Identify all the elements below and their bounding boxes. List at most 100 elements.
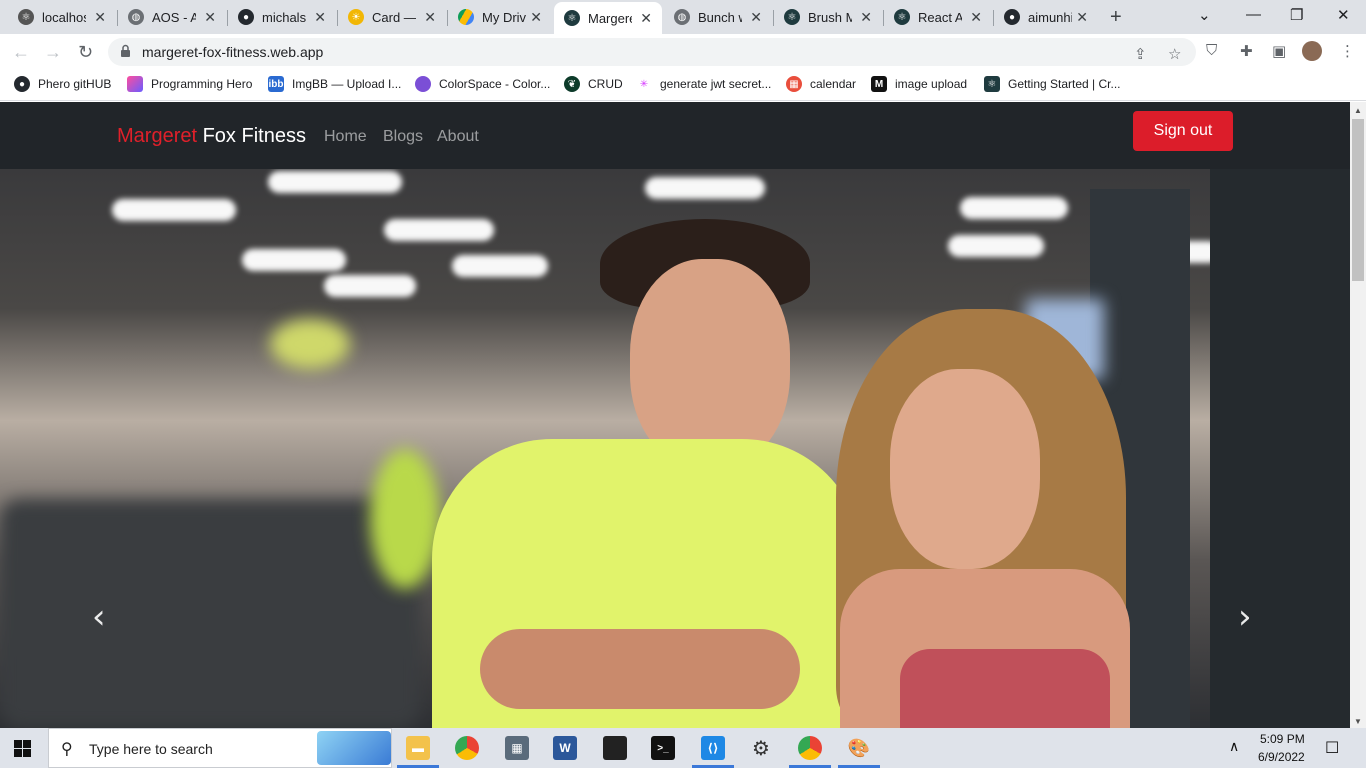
close-window-icon[interactable]: ✕ [1337,6,1350,24]
calendar-icon: ▦ [786,76,802,92]
scroll-up-icon[interactable]: ▲ [1354,106,1362,115]
site-brand[interactable]: Margeret Fox Fitness [117,125,306,148]
bookmark-phero-github[interactable]: ● Phero gitHUB [14,76,111,92]
tab-localhost[interactable]: ⚛ localhos ✕ [8,4,116,30]
windows-start-icon[interactable] [14,740,31,757]
clock-time[interactable]: 5:09 PM [1260,732,1305,746]
back-arrow-icon[interactable]: ← [12,42,30,63]
close-icon[interactable]: ✕ [970,9,982,26]
ceiling-light [324,275,416,297]
bookmark-calendar[interactable]: ▦ calendar [786,76,856,92]
extensions-puzzle-icon[interactable]: ✚ [1240,42,1253,60]
scroll-down-icon[interactable]: ▼ [1354,717,1362,726]
notification-icon[interactable]: ☐ [1325,738,1339,758]
share-icon[interactable]: ⇪ [1134,45,1147,63]
image-upload-icon: M [871,76,887,92]
calculator-icon[interactable]: ▦ [505,736,529,760]
sign-out-button[interactable]: Sign out [1133,111,1233,151]
tab-label: Bunch w [698,9,742,25]
bookmark-crud[interactable]: ❦ CRUD [564,76,623,92]
word-icon[interactable]: W [553,736,577,760]
chrome-icon[interactable] [798,736,822,760]
taskbar-search-box[interactable]: ⚲ Type here to search [48,728,392,768]
shield-extension-icon[interactable]: ⛉ [1206,42,1217,59]
woman-top [900,649,1110,728]
nav-about-link[interactable]: About [437,128,479,146]
tab-react-app[interactable]: ⚛ React Ap ✕ [884,4,992,30]
reload-icon[interactable]: ↻ [78,42,93,63]
browser-tab-strip: ⚛ localhos ✕ ◍ AOS - Ar ✕ ● michalsn ✕ ☀… [0,0,1366,34]
vscode-icon[interactable]: ⟨⟩ [701,736,725,760]
menu-kebab-icon[interactable]: ⋮ [1340,42,1355,60]
bookmark-imgbb[interactable]: ibb ImgBB — Upload I... [268,76,401,92]
tab-label: React Ap [918,9,962,25]
bookmark-star-icon[interactable]: ☆ [1168,45,1181,63]
bookmark-programming-hero[interactable]: Programming Hero [127,76,252,92]
background-person [370,449,440,589]
programming-hero-icon [127,76,143,92]
nav-blogs-link[interactable]: Blogs [383,128,423,146]
tab-search-chevron-icon[interactable]: ⌄ [1198,6,1211,24]
tray-chevron-up-icon[interactable]: ∧ [1229,738,1239,755]
side-panel-icon[interactable]: ▣ [1272,42,1286,60]
restore-icon[interactable]: ❐ [1290,6,1303,24]
tab-aos[interactable]: ◍ AOS - Ar ✕ [118,4,226,30]
minimize-icon[interactable]: — [1246,6,1261,23]
search-icon: ⚲ [61,741,73,758]
settings-icon[interactable]: ⚙ [749,736,773,760]
lock-icon [121,44,130,57]
bookmark-label: ImgBB — Upload I... [292,77,402,91]
file-explorer-icon[interactable]: ▬ [406,736,430,760]
carousel-next-chevron-icon[interactable]: › [1238,597,1252,637]
close-icon[interactable]: ✕ [750,9,762,26]
close-icon[interactable]: ✕ [424,9,436,26]
nav-home-link[interactable]: Home [324,128,367,146]
gym-equipment [0,499,420,728]
bookmark-jwt[interactable]: ✳ generate jwt secret... [636,76,771,92]
close-icon[interactable]: ✕ [94,9,106,26]
bookmark-label: ColorSpace - Color... [439,77,551,91]
bookmark-getting-started[interactable]: ⚛ Getting Started | Cr... [984,76,1121,92]
page-scrollbar[interactable]: ▲ ▼ [1350,102,1366,728]
google-drive-icon [458,9,474,25]
close-icon[interactable]: ✕ [640,10,652,27]
bookmark-image-upload[interactable]: M image upload [871,76,967,92]
react-icon: ⚛ [564,10,580,26]
new-tab-plus-icon[interactable]: + [1110,6,1122,29]
close-icon[interactable]: ✕ [530,9,542,26]
carousel-prev-chevron-icon[interactable]: ‹ [92,597,106,637]
ceiling-light [384,219,494,241]
globe-icon: ◍ [674,9,690,25]
paint-icon[interactable]: 🎨 [847,736,871,760]
tab-aimunhi[interactable]: ● aimunhi ✕ [994,4,1098,30]
profile-avatar[interactable] [1302,41,1322,61]
close-icon[interactable]: ✕ [314,9,326,26]
forward-arrow-icon[interactable]: → [44,42,62,63]
jwt-icon: ✳ [636,76,652,92]
bookmark-label: Getting Started | Cr... [1008,77,1121,91]
url-text: margeret-fox-fitness.web.app [142,44,324,60]
ceiling-light [948,235,1044,257]
tab-margeret-active[interactable]: ⚛ Margere ✕ [554,2,662,34]
sticky-notes-icon[interactable] [603,736,627,760]
tab-brush[interactable]: ⚛ Brush M ✕ [774,4,882,30]
tab-michalsn[interactable]: ● michalsn ✕ [228,4,336,30]
address-bar[interactable]: margeret-fox-fitness.web.app ⇪ ☆ [108,38,1196,66]
scrollbar-thumb[interactable] [1352,119,1364,281]
close-icon[interactable]: ✕ [1076,9,1088,26]
tab-card[interactable]: ☀ Card — ✕ [338,4,446,30]
chrome-icon[interactable] [455,736,479,760]
tab-bunch[interactable]: ◍ Bunch w ✕ [664,4,772,30]
bookmark-colorspace[interactable]: ColorSpace - Color... [415,76,550,92]
browser-toolbar: ← → ↻ margeret-fox-fitness.web.app ⇪ ☆ [0,34,1366,70]
react-icon: ⚛ [984,76,1000,92]
terminal-icon[interactable]: >_ [651,736,675,760]
close-icon[interactable]: ✕ [860,9,872,26]
ceiling-light [112,199,236,221]
tab-label: aimunhi [1028,9,1072,25]
tab-my-drive[interactable]: My Drive ✕ [448,4,552,30]
react-icon: ⚛ [894,9,910,25]
clock-date[interactable]: 6/9/2022 [1258,750,1305,764]
man-face [630,259,790,469]
close-icon[interactable]: ✕ [204,9,216,26]
